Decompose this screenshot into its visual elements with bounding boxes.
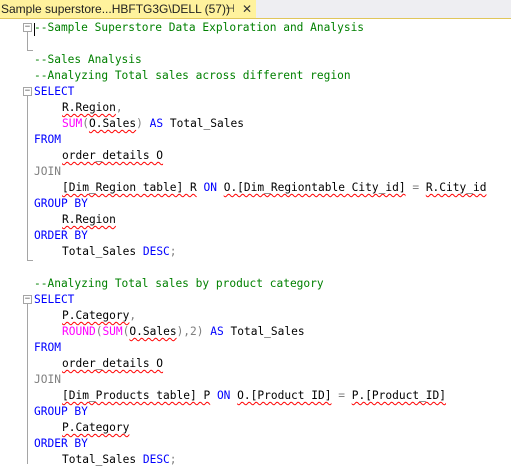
change-margin bbox=[19, 19, 22, 468]
code-line: Total_Sales DESC; bbox=[62, 245, 177, 258]
fold-end bbox=[27, 50, 33, 51]
identifier: R.City_id bbox=[425, 181, 487, 194]
close-icon[interactable]: ✕ bbox=[240, 1, 254, 17]
keyword-on: ON bbox=[203, 181, 217, 194]
code-line: SELECT bbox=[34, 292, 74, 308]
code-line: P.Category bbox=[62, 420, 129, 436]
keyword-as: AS bbox=[149, 117, 164, 130]
table-name: [Dim_Region table] R bbox=[62, 181, 197, 194]
punctuation: , bbox=[129, 309, 137, 322]
keyword-desc: DESC bbox=[142, 453, 170, 466]
code-line: SUM(O.Sales) AS Total_Sales bbox=[62, 117, 244, 130]
code-line: FROM bbox=[34, 340, 61, 356]
query-tab[interactable]: Sample superstore...HBFTG3G\DELL (57)) ⊣… bbox=[0, 0, 256, 18]
code-line: R.Region bbox=[62, 212, 116, 228]
code-line: --Analyzing Total sales across different… bbox=[34, 68, 351, 84]
table-name: order_details O bbox=[62, 357, 164, 370]
code-line: GROUP BY bbox=[34, 196, 88, 212]
keyword-order-by: ORDER BY bbox=[34, 229, 88, 242]
keyword-group-by: GROUP BY bbox=[34, 197, 88, 210]
punctuation: ),2) bbox=[176, 325, 204, 338]
code-line: --Sales Analysis bbox=[34, 52, 142, 68]
keyword-on: ON bbox=[216, 389, 231, 402]
fold-line bbox=[27, 32, 28, 50]
identifier: Total_Sales bbox=[62, 453, 137, 466]
document-tab-strip: Sample superstore...HBFTG3G\DELL (57)) ⊣… bbox=[0, 0, 511, 19]
identifier: R.Region bbox=[62, 101, 116, 114]
code-line: ROUND(SUM(O.Sales),2) AS Total_Sales bbox=[62, 325, 305, 338]
function-sum: SUM bbox=[62, 117, 83, 130]
comment-text: --Analyzing Total sales across different… bbox=[34, 69, 351, 82]
code-line: P.Category, bbox=[62, 308, 136, 324]
identifier: P.[Product_ID] bbox=[351, 389, 447, 402]
function-round: ROUND bbox=[62, 325, 96, 338]
query-tab-title: Sample superstore...HBFTG3G\DELL (57)) bbox=[1, 2, 230, 16]
code-line: ORDER BY bbox=[34, 228, 88, 244]
code-line: [Dim_Region table] R ON O.[Dim_Regiontab… bbox=[62, 180, 486, 196]
operator: = bbox=[338, 389, 345, 402]
keyword-order-by: ORDER BY bbox=[34, 437, 88, 450]
identifier: R.Region bbox=[62, 213, 116, 226]
keyword-group-by: GROUP BY bbox=[34, 405, 88, 418]
identifier: O.Sales bbox=[129, 325, 177, 338]
fold-line bbox=[27, 304, 28, 464]
code-line: Total_Sales DESC; bbox=[62, 453, 177, 466]
code-line: FROM bbox=[34, 132, 61, 148]
keyword-from: FROM bbox=[34, 341, 61, 354]
identifier: O.Sales bbox=[88, 117, 137, 130]
comment-text: --Sales Analysis bbox=[34, 53, 142, 66]
code-line: JOIN bbox=[34, 164, 61, 180]
code-line: [Dim_Products table] P ON O.[Product ID]… bbox=[62, 388, 446, 404]
identifier: Total_Sales bbox=[62, 245, 137, 258]
identifier: P.Category bbox=[62, 421, 130, 434]
collapse-icon[interactable]: − bbox=[23, 87, 32, 96]
table-name: [Dim_Products table] P bbox=[62, 389, 211, 402]
pin-icon[interactable]: ⊣ bbox=[224, 2, 236, 16]
fold-line bbox=[27, 96, 28, 260]
alias: Total_Sales bbox=[169, 117, 244, 130]
table-name: order_details O bbox=[62, 149, 164, 162]
code-line: R.Region, bbox=[62, 100, 123, 116]
identifier: P.Category bbox=[62, 309, 130, 322]
identifier: O.[Dim_Regiontable City_id] bbox=[223, 181, 406, 194]
keyword-join: JOIN bbox=[34, 373, 61, 386]
code-line: GROUP BY bbox=[34, 404, 88, 420]
identifier: O.[Product ID] bbox=[237, 389, 332, 402]
keyword-as: AS bbox=[210, 325, 224, 338]
keyword-desc: DESC bbox=[142, 245, 170, 258]
comment-text: --Sample Superstore Data Exploration and… bbox=[34, 21, 365, 34]
code-line: SELECT bbox=[34, 84, 74, 100]
keyword-select: SELECT bbox=[34, 293, 75, 306]
collapse-icon[interactable]: − bbox=[23, 23, 32, 32]
fold-end bbox=[27, 260, 33, 261]
keyword-select: SELECT bbox=[34, 85, 75, 98]
operator: = bbox=[412, 181, 420, 194]
sql-editor[interactable]: − − − --Sample Superstore Data Explorati… bbox=[0, 19, 511, 468]
alias: Total_Sales bbox=[230, 325, 305, 338]
code-line: --Analyzing Total sales by product categ… bbox=[34, 276, 324, 292]
code-line: ORDER BY bbox=[34, 436, 88, 452]
keyword-from: FROM bbox=[34, 133, 61, 146]
collapse-icon[interactable]: − bbox=[23, 295, 32, 304]
function-sum: SUM bbox=[102, 325, 123, 338]
code-line: --Sample Superstore Data Exploration and… bbox=[34, 20, 364, 36]
code-line: JOIN bbox=[34, 372, 61, 388]
code-line: order_details O bbox=[62, 148, 163, 164]
comment-text: --Analyzing Total sales by product categ… bbox=[34, 277, 324, 290]
punctuation: , bbox=[115, 101, 123, 114]
code-line: order_details O bbox=[62, 356, 163, 372]
keyword-join: JOIN bbox=[34, 165, 61, 178]
